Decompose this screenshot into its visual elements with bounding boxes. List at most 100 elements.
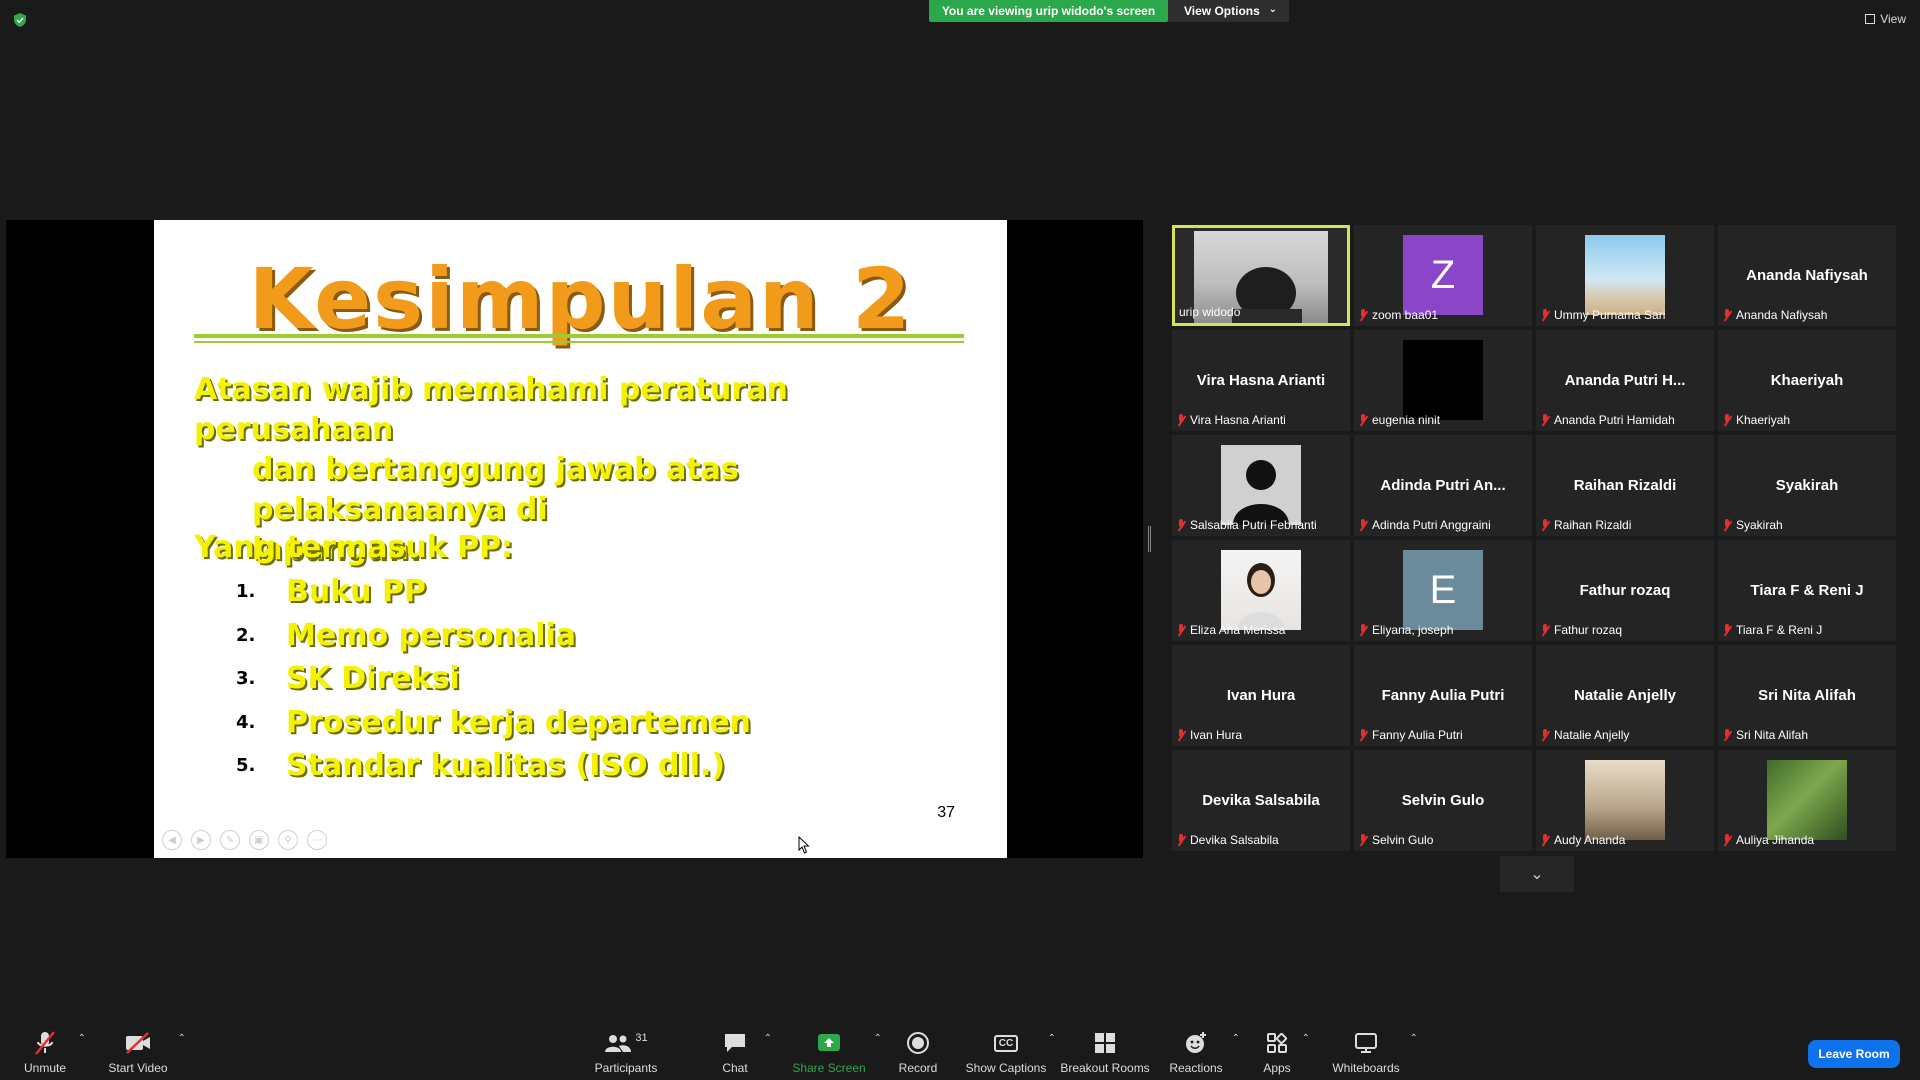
microphone-muted-icon [1176,834,1186,846]
zoom-icon[interactable]: ⚲ [278,830,298,850]
show-captions-button[interactable]: CC Show Captions ⌃ [966,1020,1056,1080]
participant-display-name: Adinda Putri An... [1380,477,1506,494]
shield-icon[interactable] [12,12,28,28]
participant-tile[interactable]: Zzoom baa01 [1354,225,1532,326]
breakout-rooms-button[interactable]: Breakout Rooms [1060,1020,1150,1080]
chevron-down-icon: ⌄ [1268,4,1277,15]
start-video-label: Start Video [108,1061,168,1075]
microphone-muted-icon [1722,834,1732,846]
whiteboards-label: Whiteboards [1332,1061,1400,1075]
participant-tile[interactable]: Fathur rozaq Fathur rozaq [1536,540,1714,641]
caret-up-icon[interactable]: ⌃ [764,1033,772,1044]
participant-name: Natalie Anjelly [1554,728,1630,742]
microphone-muted-icon [33,1028,57,1058]
participant-tile[interactable]: Ummy Purnama Sari [1536,225,1714,326]
avatar [1221,550,1301,630]
list-item: 3. SK Direksi [236,657,751,701]
list-number: 2. [236,624,256,646]
caret-up-icon[interactable]: ⌃ [1410,1033,1418,1044]
caret-up-icon[interactable]: ⌃ [1232,1033,1240,1044]
microphone-muted-icon [1358,729,1368,741]
view-button[interactable]: View [1865,12,1906,26]
presentation-slide: Kesimpulan 2 Atasan wajib memahami perat… [154,220,1007,858]
participant-tile[interactable]: Auliya Jihanda [1718,750,1896,851]
unmute-button[interactable]: Unmute ⌃ [22,1020,86,1080]
leave-room-button[interactable]: Leave Room [1808,1040,1900,1068]
participant-name-label: Ananda Nafiysah [1722,308,1827,322]
participant-display-name: Devika Salsabila [1202,792,1320,809]
participant-tile[interactable]: eugenia ninit [1354,330,1532,431]
participant-tile[interactable]: Ananda Putri H... Ananda Putri Hamidah [1536,330,1714,431]
participant-tile[interactable]: Tiara F & Reni J Tiara F & Reni J [1718,540,1896,641]
caret-up-icon[interactable]: ⌃ [178,1033,186,1044]
participant-tile[interactable]: Adinda Putri An... Adinda Putri Anggraini [1354,435,1532,536]
list-number: 5. [236,755,256,777]
split-divider-handle[interactable] [1148,526,1151,552]
participant-tile[interactable]: Vira Hasna Arianti Vira Hasna Arianti [1172,330,1350,431]
reactions-label: Reactions [1169,1061,1223,1075]
view-options-button[interactable]: View Options ⌄ [1168,0,1289,22]
participant-display-name: Khaeriyah [1770,372,1844,389]
participant-tile[interactable]: Eliza Ana Merissa [1172,540,1350,641]
participant-name-label: Adinda Putri Anggraini [1358,518,1491,532]
participant-tile[interactable]: Raihan Rizaldi Raihan Rizaldi [1536,435,1714,536]
participant-tile[interactable]: urip widodo [1172,225,1350,326]
participant-tile[interactable]: Selvin Gulo Selvin Gulo [1354,750,1532,851]
participant-tile[interactable]: Natalie Anjelly Natalie Anjelly [1536,645,1714,746]
reactions-icon [1184,1028,1208,1058]
participants-button[interactable]: 31 Participants [592,1020,660,1080]
participant-tile[interactable]: Devika Salsabila Devika Salsabila [1172,750,1350,851]
participant-tile[interactable]: E Eliyana, joseph [1354,540,1532,641]
participant-tile[interactable]: Khaeriyah Khaeriyah [1718,330,1896,431]
caret-up-icon[interactable]: ⌃ [78,1033,86,1044]
caret-up-icon[interactable]: ⌃ [1048,1033,1056,1044]
breakout-rooms-icon [1093,1028,1117,1058]
participant-name: Salsabila Putri Febrianti [1190,518,1317,532]
pen-icon[interactable]: ✎ [220,830,240,850]
participant-tile[interactable]: Audy Ananda [1536,750,1714,851]
list-item: 2. Memo personalia [236,614,751,658]
participant-name: Syakirah [1736,518,1783,532]
participant-tile[interactable]: Fanny Aulia Putri Fanny Aulia Putri [1354,645,1532,746]
apps-icon [1265,1028,1289,1058]
whiteboards-button[interactable]: Whiteboards ⌃ [1332,1020,1418,1080]
paragraph-line: dan bertanggung jawab atas pelaksanaanya… [252,452,739,527]
participant-name: Fanny Aulia Putri [1372,728,1463,742]
participant-name-label: zoom baa01 [1358,308,1438,322]
more-icon[interactable]: ⋯ [307,830,327,850]
avatar [1221,445,1301,525]
record-button[interactable]: Record [898,1020,938,1080]
participant-name-label: Ivan Hura [1176,728,1242,742]
participant-name: Tiara F & Reni J [1736,623,1823,637]
reactions-button[interactable]: Reactions ⌃ [1169,1020,1240,1080]
list-number: 1. [236,581,256,603]
next-page-button[interactable]: ⌄ [1500,856,1574,892]
caret-up-icon[interactable]: ⌃ [1302,1033,1310,1044]
participant-tile[interactable]: Syakirah Syakirah [1718,435,1896,536]
start-video-button[interactable]: Start Video ⌃ [108,1020,186,1080]
shared-screen: Kesimpulan 2 Atasan wajib memahami perat… [6,220,1143,858]
apps-label: Apps [1263,1061,1291,1075]
caret-up-icon[interactable]: ⌃ [874,1033,882,1044]
video-off-icon [124,1028,152,1058]
participant-name: Vira Hasna Arianti [1190,413,1286,427]
list-number: 4. [236,711,256,733]
apps-button[interactable]: Apps ⌃ [1262,1020,1310,1080]
list-text: Memo personalia [286,617,577,653]
chat-button[interactable]: Chat ⌃ [716,1020,772,1080]
participant-tile[interactable]: Sri Nita Alifah Sri Nita Alifah [1718,645,1896,746]
participant-name-label: Syakirah [1722,518,1783,532]
participant-tile[interactable]: Ivan Hura Ivan Hura [1172,645,1350,746]
slides-icon[interactable]: ▣ [249,830,269,850]
share-screen-button[interactable]: Share Screen ⌃ [792,1020,882,1080]
paragraph-line: Atasan wajib memahami peraturan perusaha… [194,372,788,447]
participant-name: Raihan Rizaldi [1554,518,1632,532]
next-slide-icon[interactable]: ▶ [191,830,211,850]
list-text: Prosedur kerja departemen [286,704,751,740]
list-number: 3. [236,668,256,690]
list-item: 5. Standar kualitas (ISO dll.) [236,744,751,788]
prev-slide-icon[interactable]: ◀ [162,830,182,850]
microphone-muted-icon [1540,729,1550,741]
participant-tile[interactable]: Salsabila Putri Febrianti [1172,435,1350,536]
participant-tile[interactable]: Ananda Nafiysah Ananda Nafiysah [1718,225,1896,326]
